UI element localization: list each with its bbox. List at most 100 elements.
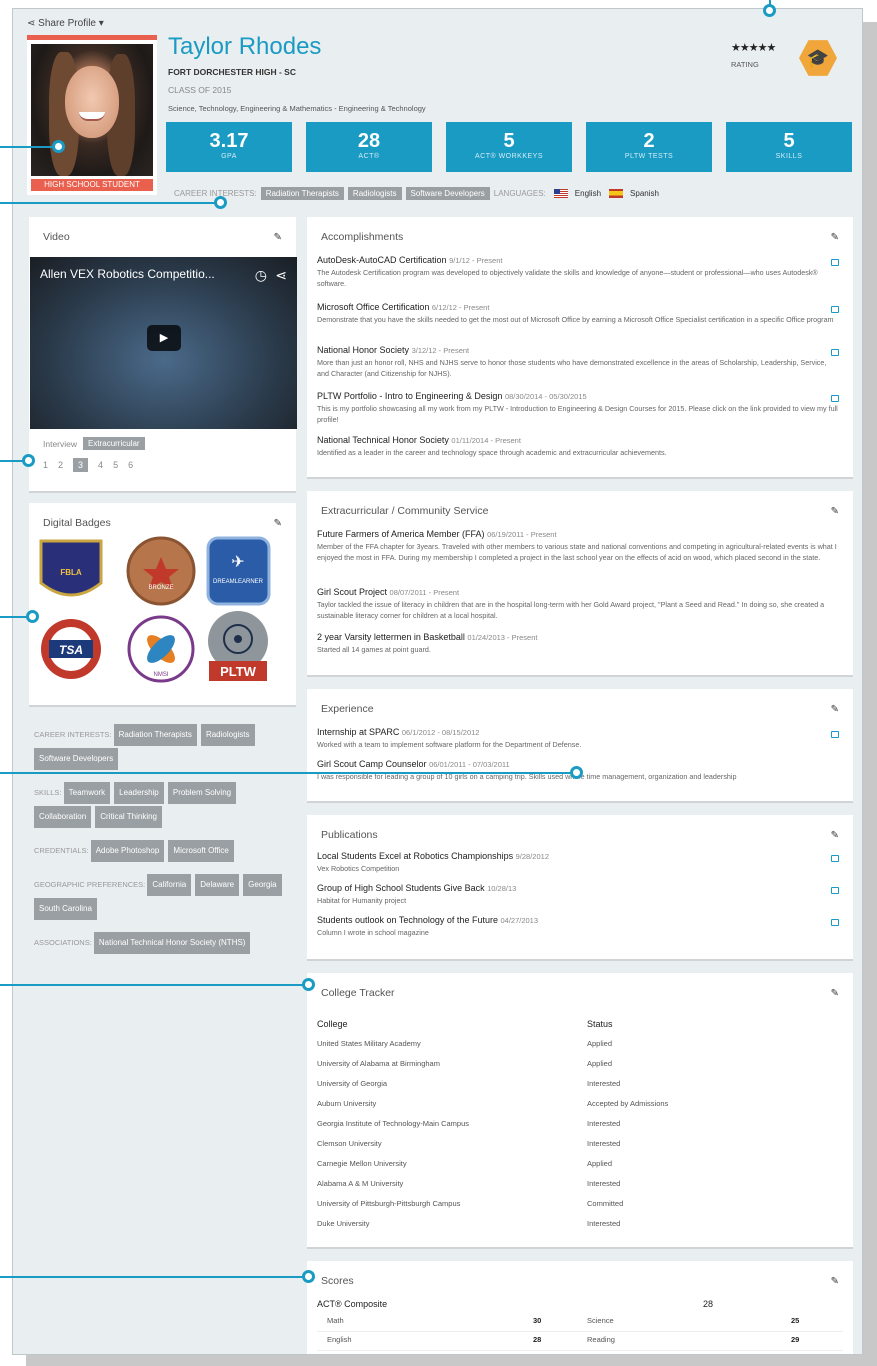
external-link-icon[interactable] xyxy=(831,887,839,894)
item-title[interactable]: National Honor Society xyxy=(317,345,409,355)
item-description: More than just an honor roll, NHS and NJ… xyxy=(317,358,827,378)
svg-text:FBLA: FBLA xyxy=(60,568,82,577)
page-1[interactable]: 1 xyxy=(43,460,48,470)
career-interest-tag[interactable]: Radiation Therapists xyxy=(113,724,197,746)
external-link-icon[interactable] xyxy=(831,395,839,402)
item-title[interactable]: PLTW Portfolio - Intro to Engineering & … xyxy=(317,391,502,401)
skill-tag[interactable]: Collaboration xyxy=(34,806,92,828)
item-date: 9/1/12 - Present xyxy=(449,256,503,265)
table-row: United States Military Academy Applied xyxy=(317,1039,847,1059)
play-icon[interactable]: ▶ xyxy=(147,325,181,351)
credential-tag[interactable]: Adobe Photoshop xyxy=(90,840,165,862)
page-6[interactable]: 6 xyxy=(128,460,133,470)
list-item: AutoDesk-AutoCAD Certification 9/1/12 - … xyxy=(317,255,839,289)
item-description: Member of the FFA chapter for 3years. Tr… xyxy=(317,542,837,562)
item-title[interactable]: Microsoft Office Certification xyxy=(317,302,429,312)
external-link-icon[interactable] xyxy=(831,855,839,862)
fbla-badge[interactable]: FBLA xyxy=(39,539,103,597)
item-description: The Autodesk Certification program was d… xyxy=(317,268,818,288)
item-title[interactable]: National Technical Honor Society xyxy=(317,435,449,445)
bronze-badge[interactable]: BRONZE xyxy=(126,536,196,606)
external-link-icon[interactable] xyxy=(831,259,839,266)
item-date: 08/07/2011 - Present xyxy=(389,588,460,597)
page-3[interactable]: 3 xyxy=(73,458,89,472)
association-tag[interactable]: National Technical Honor Society (NTHS) xyxy=(93,932,251,954)
callout-marker xyxy=(763,4,776,17)
career-tag[interactable]: Radiologists xyxy=(347,187,402,200)
item-title[interactable]: Internship at SPARC xyxy=(317,727,399,737)
item-date: 10/28/13 xyxy=(487,884,517,893)
career-interest-tag[interactable]: Software Developers xyxy=(34,748,119,770)
college-status: Interested xyxy=(587,1219,621,1228)
share-profile-menu[interactable]: ⋖ Share Profile ▾ xyxy=(27,18,104,29)
share-icon[interactable]: ⋖ xyxy=(275,267,287,284)
page-2[interactable]: 2 xyxy=(58,460,63,470)
credential-tag[interactable]: Microsoft Office xyxy=(168,840,234,862)
geo-preference-tag[interactable]: Delaware xyxy=(195,874,240,896)
college-status: Interested xyxy=(587,1119,621,1128)
edit-icon[interactable]: ✎ xyxy=(831,506,839,517)
list-item: Local Students Excel at Robotics Champio… xyxy=(317,851,839,874)
item-date: 06/19/2011 - Present xyxy=(487,530,557,539)
edit-icon[interactable]: ✎ xyxy=(831,232,839,243)
geo-preference-tag[interactable]: Georgia xyxy=(243,874,282,896)
skill-tag[interactable]: Leadership xyxy=(114,782,164,804)
table-header: College Status xyxy=(317,1019,613,1029)
tab-extracurricular[interactable]: Extracurricular xyxy=(83,437,145,450)
geo-preference-tag[interactable]: South Carolina xyxy=(34,898,97,920)
item-title[interactable]: Girl Scout Camp Counselor xyxy=(317,759,427,769)
skill-tag[interactable]: Critical Thinking xyxy=(95,806,162,828)
page-4[interactable]: 4 xyxy=(98,460,103,470)
edit-icon[interactable]: ✎ xyxy=(274,232,282,243)
stat-tile: 5 SKILLS xyxy=(726,122,852,172)
table-row: University of Alabama at Birmingham Appli… xyxy=(317,1059,847,1079)
item-date: 08/30/2014 - 05/30/2015 xyxy=(504,392,587,401)
dreamlearner-badge[interactable]: DREAMLEARNER ✈ xyxy=(206,536,271,606)
item-title[interactable]: Group of High School Students Give Back xyxy=(317,883,485,893)
item-title[interactable]: Future Farmers of America Member (FFA) xyxy=(317,529,485,539)
item-title[interactable]: Girl Scout Project xyxy=(317,587,387,597)
us-flag-icon xyxy=(553,189,568,198)
school-name: FORT DORCHESTER HIGH - SC xyxy=(168,67,296,77)
clock-icon[interactable]: ◷ xyxy=(255,267,267,284)
edit-icon[interactable]: ✎ xyxy=(831,1276,839,1287)
college-name: University of Georgia xyxy=(317,1079,388,1088)
skill-tag[interactable]: Problem Solving xyxy=(167,782,237,804)
college-tracker-card: College Tracker ✎ College Status United … xyxy=(307,973,853,1249)
pltw-badge[interactable]: PLTW xyxy=(208,611,268,681)
college-status: Applied xyxy=(587,1059,613,1068)
tsa-badge[interactable]: TSA xyxy=(41,619,101,679)
item-date: 06/01/2011 - 07/03/2011 xyxy=(429,760,510,769)
external-link-icon[interactable] xyxy=(831,349,839,356)
page-5[interactable]: 5 xyxy=(113,460,118,470)
video-player[interactable]: Allen VEX Robotics Competitio... ◷ ⋖ ▶ xyxy=(30,257,297,429)
external-link-icon[interactable] xyxy=(831,306,839,313)
experience-card: Experience ✎ Internship at SPARC 06/1/20… xyxy=(307,689,853,803)
item-title[interactable]: Local Students Excel at Robotics Champio… xyxy=(317,851,513,861)
item-title[interactable]: AutoDesk-AutoCAD Certification xyxy=(317,255,447,265)
student-type-label: HIGH SCHOOL STUDENT xyxy=(31,179,153,191)
edit-icon[interactable]: ✎ xyxy=(831,830,839,841)
career-tag[interactable]: Software Developers xyxy=(405,187,490,200)
callout-marker xyxy=(22,454,35,467)
item-description: Started all 14 games at point guard. xyxy=(317,645,431,654)
item-date: 06/1/2012 - 08/15/2012 xyxy=(401,728,480,737)
college-name: Carnegie Mellon University xyxy=(317,1159,407,1168)
item-title[interactable]: Students outlook on Technology of the Fu… xyxy=(317,915,498,925)
career-interest-tag[interactable]: Radiologists xyxy=(200,724,255,746)
svg-text:BRONZE: BRONZE xyxy=(148,585,173,591)
external-link-icon[interactable] xyxy=(831,919,839,926)
edit-icon[interactable]: ✎ xyxy=(831,704,839,715)
item-date: 04/27/2013 xyxy=(500,916,539,925)
share-icon: ⋖ xyxy=(27,18,36,29)
external-link-icon[interactable] xyxy=(831,731,839,738)
edit-icon[interactable]: ✎ xyxy=(831,988,839,999)
score-cell: English xyxy=(327,1335,352,1344)
tab-interview[interactable]: Interview xyxy=(43,439,77,449)
geo-preference-tag[interactable]: California xyxy=(147,874,192,896)
career-tag[interactable]: Radiation Therapists xyxy=(260,187,344,200)
skill-tag[interactable]: Teamwork xyxy=(63,782,111,804)
college-status: Interested xyxy=(587,1179,621,1188)
nmsi-badge[interactable]: NMSI xyxy=(127,615,195,683)
item-title[interactable]: 2 year Varsity lettermen in Basketball xyxy=(317,632,465,642)
